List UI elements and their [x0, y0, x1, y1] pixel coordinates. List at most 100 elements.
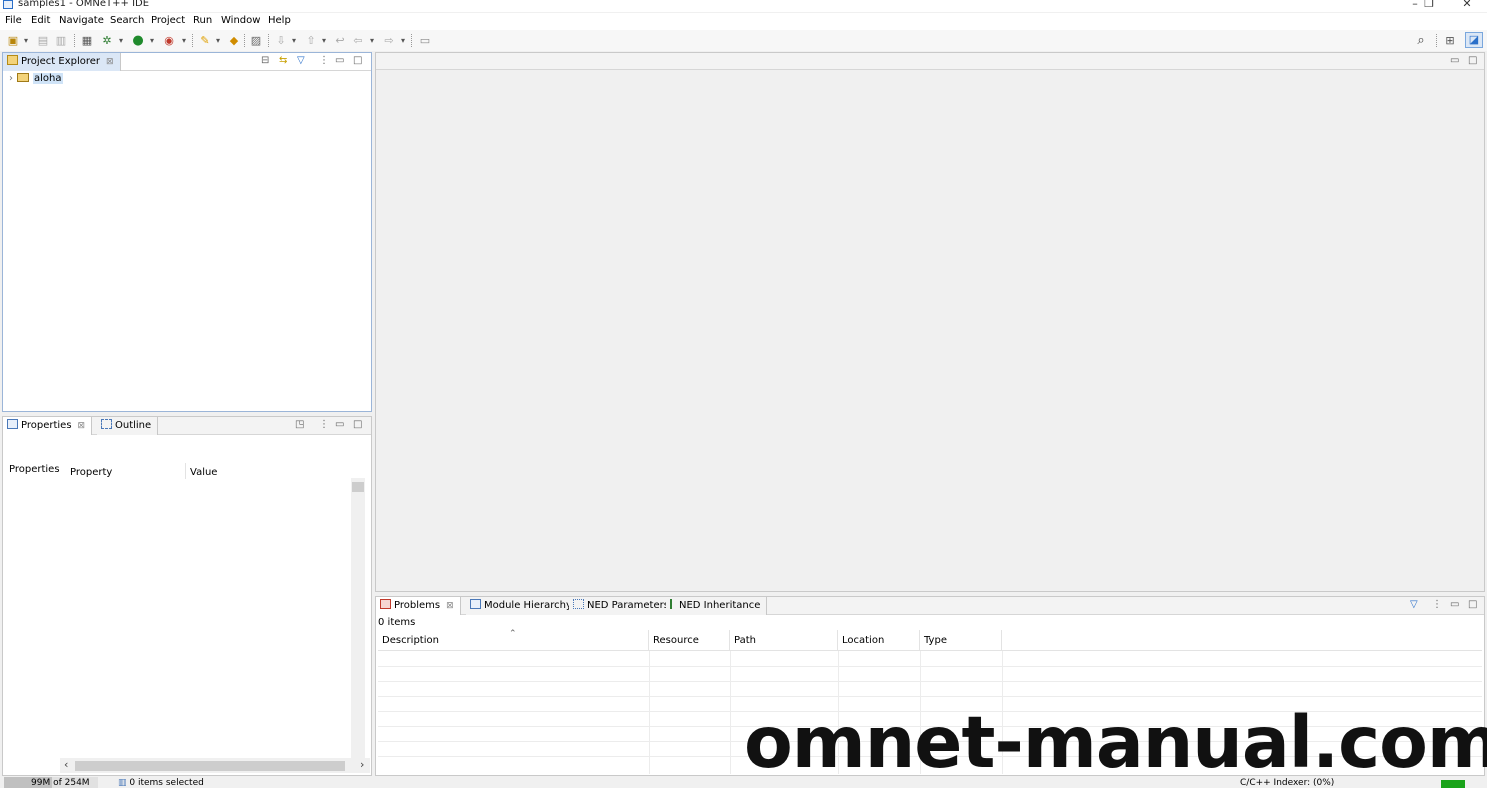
tab-outline[interactable]: Outline [97, 417, 159, 435]
filter-icon[interactable]: ▽ [297, 55, 305, 66]
column-divider [185, 463, 186, 479]
tool-icon[interactable]: ✎ [198, 34, 212, 47]
filter-icon[interactable]: ▽ [1410, 599, 1418, 610]
chevron-right-icon[interactable]: › [9, 73, 13, 84]
menu-run[interactable]: Run [193, 15, 212, 26]
toolbar-separator [74, 34, 75, 47]
profile-icon[interactable]: ◉ [162, 34, 176, 47]
tab-project-explorer[interactable]: Project Explorer ⊠ [3, 53, 121, 71]
horizontal-scrollbar[interactable]: ‹ › [60, 758, 370, 773]
tree-item-aloha[interactable]: › aloha [9, 73, 63, 88]
description-header-label: Description [382, 635, 439, 646]
close-button[interactable]: ✕ [1452, 0, 1482, 11]
outline-tab-label: Outline [115, 420, 152, 431]
new-icon[interactable]: ▣ [6, 34, 20, 47]
project-explorer-icon [7, 55, 18, 65]
menu-help[interactable]: Help [268, 15, 291, 26]
window-title: samples1 - OMNeT++ IDE [18, 0, 150, 9]
maximize-icon[interactable]: □ [353, 419, 362, 430]
column-header-type[interactable]: Type [920, 630, 1002, 651]
menu-project[interactable]: Project [151, 15, 185, 26]
minimize-icon[interactable]: ▭ [335, 419, 344, 430]
value-column-header[interactable]: Value [190, 467, 217, 478]
column-header-resource[interactable]: Resource [649, 630, 730, 651]
scrollbar-thumb[interactable] [352, 482, 364, 492]
save-all-icon[interactable]: ▥ [54, 34, 68, 47]
debug-icon[interactable]: ✲ [100, 34, 114, 47]
scroll-right-icon[interactable]: › [360, 758, 364, 771]
menu-edit[interactable]: Edit [31, 15, 50, 26]
maximize-icon[interactable]: □ [1468, 55, 1477, 66]
maximize-icon[interactable]: □ [353, 55, 362, 66]
grid-line [378, 696, 1482, 697]
tab-problems[interactable]: Problems ⊠ [376, 597, 461, 615]
run-dropdown-icon[interactable]: ▾ [148, 34, 156, 47]
watermark-text: omnet-manual.com [744, 701, 1487, 784]
tab-properties[interactable]: Properties ⊠ [3, 417, 93, 435]
close-tab-icon[interactable]: ⊠ [78, 421, 86, 431]
scroll-left-icon[interactable]: ‹ [64, 758, 68, 771]
properties-icon [7, 419, 18, 429]
forward-icon[interactable]: ⇨ [382, 34, 396, 47]
ned-inheritance-icon [670, 599, 676, 609]
property-column-header[interactable]: Property [70, 467, 112, 478]
minimize-icon[interactable]: ▭ [1450, 55, 1459, 66]
restore-button[interactable]: ❐ [1414, 0, 1444, 11]
minimize-icon[interactable]: ▭ [1450, 599, 1459, 610]
menu-navigate[interactable]: Navigate [59, 15, 104, 26]
toolbar-separator [411, 34, 412, 47]
maximize-icon[interactable]: □ [1468, 599, 1477, 610]
toolbar-separator [268, 34, 269, 47]
ned-parameters-tab-label: NED Parameters [587, 600, 669, 611]
pin-icon[interactable]: ◳ [295, 419, 304, 430]
scrollbar-thumb[interactable] [75, 761, 345, 771]
next-annotation-dropdown-icon[interactable]: ▾ [290, 34, 298, 47]
forward-dropdown-icon[interactable]: ▾ [399, 34, 407, 47]
save-icon[interactable]: ▤ [36, 34, 50, 47]
close-tab-icon[interactable]: ⊠ [106, 57, 114, 67]
run-icon[interactable]: ● [131, 34, 145, 47]
column-header-description[interactable]: Description ⌃ [378, 629, 649, 651]
tab-ned-parameters[interactable]: NED Parameters [569, 597, 676, 615]
prev-annotation-dropdown-icon[interactable]: ▾ [320, 34, 328, 47]
link-with-editor-icon[interactable]: ⇆ [279, 55, 287, 66]
view-menu-icon[interactable]: ⋮ [1432, 599, 1442, 610]
column-header-path[interactable]: Path [730, 630, 838, 651]
prev-annotation-icon[interactable]: ⇧ [304, 34, 318, 47]
perspective-icon[interactable]: ◪ [1465, 32, 1483, 48]
open-perspective-icon[interactable]: ⊞ [1442, 34, 1458, 47]
back-dropdown-icon[interactable]: ▾ [368, 34, 376, 47]
menu-file[interactable]: File [5, 15, 22, 26]
debug-dropdown-icon[interactable]: ▾ [117, 34, 125, 47]
pin-editor-icon[interactable]: ▭ [418, 34, 432, 47]
title-bar: samples1 - OMNeT++ IDE – ❐ ✕ [0, 0, 1487, 12]
problems-tabstrip: Problems ⊠ Module Hierarchy NED Parameter… [376, 597, 1484, 615]
open-type-icon[interactable]: ◆ [227, 34, 241, 47]
vertical-scrollbar[interactable] [351, 478, 365, 760]
close-tab-icon[interactable]: ⊠ [446, 601, 454, 611]
view-menu-icon[interactable]: ⋮ [319, 55, 329, 66]
collapse-all-icon[interactable]: ⊟ [261, 55, 269, 66]
menu-bar: File Edit Navigate Search Project Run Wi… [0, 13, 1487, 30]
view-menu-icon[interactable]: ⋮ [319, 419, 329, 430]
new-dropdown-icon[interactable]: ▾ [22, 34, 30, 47]
properties-tabstrip: Properties ⊠ Outline ◳ ⋮ ▭ □ [3, 417, 371, 435]
grid-line [378, 666, 1482, 667]
search-icon[interactable]: ⌕ [1413, 34, 1429, 47]
column-header-location[interactable]: Location [838, 630, 920, 651]
problems-item-count: 0 items [378, 617, 416, 628]
minimize-icon[interactable]: ▭ [335, 55, 344, 66]
next-annotation-icon[interactable]: ⇩ [274, 34, 288, 47]
heap-status[interactable]: 99M of 254M [4, 777, 98, 788]
menu-search[interactable]: Search [110, 15, 144, 26]
back-icon[interactable]: ⇦ [351, 34, 365, 47]
tab-module-hierarchy[interactable]: Module Hierarchy [466, 597, 579, 615]
menu-window[interactable]: Window [221, 15, 260, 26]
tab-ned-inheritance[interactable]: NED Inheritance [666, 597, 768, 615]
tool-dropdown-icon[interactable]: ▾ [214, 34, 222, 47]
last-edit-icon[interactable]: ↩ [333, 34, 347, 47]
build-icon[interactable]: ▦ [80, 34, 94, 47]
profile-dropdown-icon[interactable]: ▾ [180, 34, 188, 47]
task-icon[interactable]: ▨ [249, 34, 263, 47]
column-header-filler [1002, 630, 1482, 651]
